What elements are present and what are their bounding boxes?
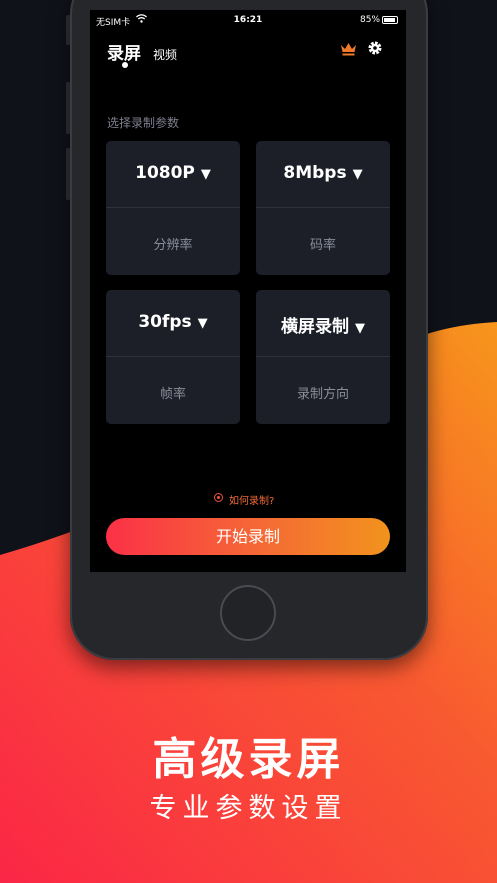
resolution-dropdown[interactable]: 1080P ▼ bbox=[106, 163, 240, 183]
divider bbox=[256, 356, 390, 357]
orientation-card[interactable]: 横屏录制 ▼ 录制方向 bbox=[256, 290, 390, 424]
divider bbox=[106, 356, 240, 357]
bitrate-dropdown[interactable]: 8Mbps ▼ bbox=[256, 163, 390, 183]
framerate-card[interactable]: 30fps ▼ 帧率 bbox=[106, 290, 240, 424]
triangle-down-icon: ▼ bbox=[200, 167, 211, 182]
status-bar: 无SIM卡 16:21 85% bbox=[90, 10, 406, 30]
framerate-label: 帧率 bbox=[159, 387, 186, 402]
bitrate-label: 码率 bbox=[309, 238, 336, 253]
bitrate-card[interactable]: 8Mbps ▼ 码率 bbox=[256, 141, 390, 275]
triangle-down-icon: ▼ bbox=[355, 321, 365, 336]
active-tab-indicator bbox=[122, 62, 128, 68]
orientation-dropdown[interactable]: 横屏录制 ▼ bbox=[256, 312, 390, 337]
section-label: 选择录制参数 bbox=[107, 116, 180, 130]
clock: 16:21 bbox=[233, 15, 263, 25]
framerate-dropdown[interactable]: 30fps ▼ bbox=[106, 312, 240, 332]
home-button[interactable] bbox=[220, 585, 276, 641]
divider bbox=[256, 207, 390, 208]
triangle-down-icon: ▼ bbox=[197, 316, 208, 331]
resolution-card[interactable]: 1080P ▼ 分辨率 bbox=[106, 141, 240, 275]
tab-record[interactable]: 录屏 bbox=[107, 39, 141, 64]
app-screen: 无SIM卡 16:21 85% 录屏 视频 选择录制参数 1080P ▼ 分辨率 … bbox=[90, 10, 406, 572]
orientation-label: 录制方向 bbox=[296, 387, 349, 402]
battery-percent: 85% bbox=[360, 15, 381, 25]
start-recording-button[interactable]: 开始录制 bbox=[106, 518, 390, 555]
howto-link[interactable]: 如何录制? bbox=[229, 492, 274, 507]
tab-video[interactable]: 视频 bbox=[153, 46, 177, 63]
record-dot-icon bbox=[214, 493, 223, 502]
resolution-label: 分辨率 bbox=[153, 238, 193, 253]
gear-icon[interactable] bbox=[367, 40, 383, 56]
promo-subline: 专业参数设置 bbox=[149, 793, 348, 824]
triangle-down-icon: ▼ bbox=[352, 167, 363, 182]
crown-icon[interactable] bbox=[340, 42, 357, 56]
divider bbox=[106, 207, 240, 208]
promo-headline: 高级录屏 bbox=[152, 734, 345, 785]
battery-icon bbox=[382, 16, 398, 24]
